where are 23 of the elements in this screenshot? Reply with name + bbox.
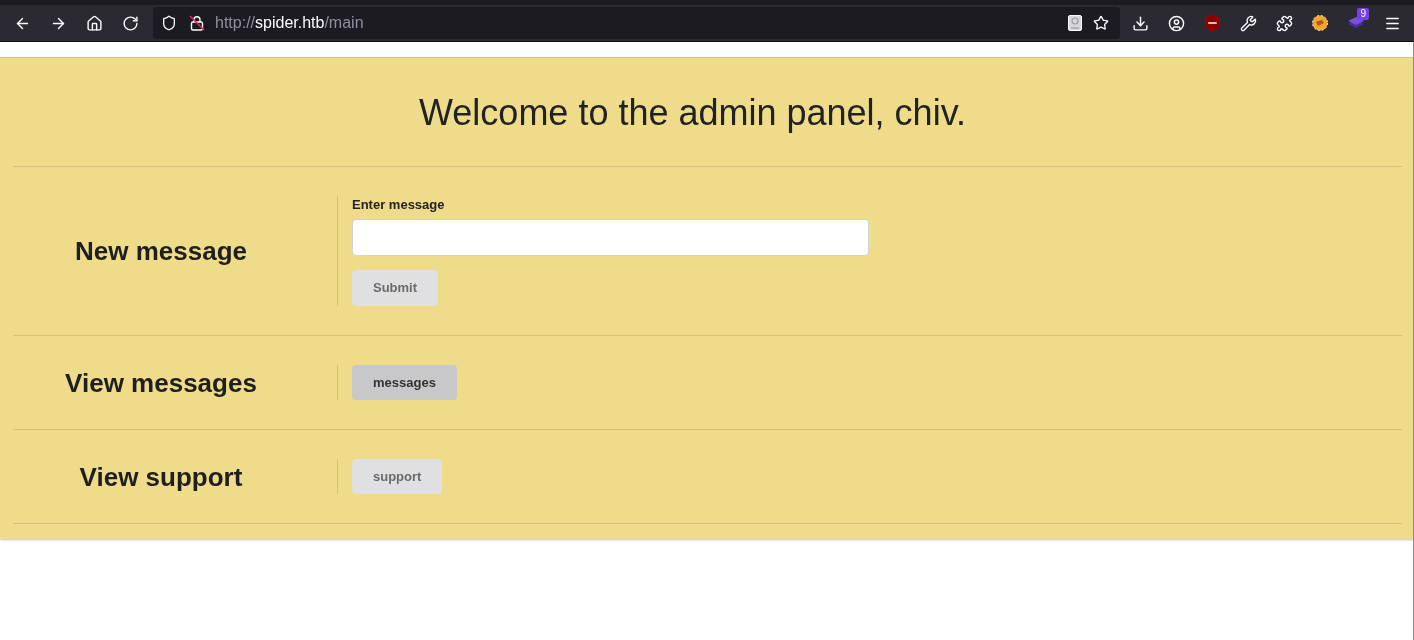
message-input[interactable] [352,219,869,256]
star-icon[interactable] [1093,15,1109,31]
shield-emblem-icon [1204,14,1220,32]
reload-icon [121,14,139,32]
shield-icon [161,15,177,31]
count-badge: 9 [1357,8,1369,20]
home-icon [85,14,103,32]
page-title: Welcome to the admin panel, chiv. [419,92,966,134]
account-icon [1167,14,1185,32]
action-button[interactable]: messages [352,365,457,400]
section-heading: View support [79,460,243,493]
insecure-lock-icon [189,15,205,31]
field-label: Enter message [352,197,446,213]
url-text: http://spider.htb/main [215,13,364,33]
section-heading: New message [75,235,247,267]
download-icon [1131,14,1149,32]
wrench-icon [1239,14,1257,32]
page-icon [1068,15,1082,31]
address-bar[interactable]: http://spider.htb/main [153,7,1120,39]
section-heading: View messages [65,366,257,399]
extension-button[interactable]: 9 [1340,7,1372,39]
round-emblem-icon [1312,15,1328,31]
puzzle-icon [1275,14,1293,32]
